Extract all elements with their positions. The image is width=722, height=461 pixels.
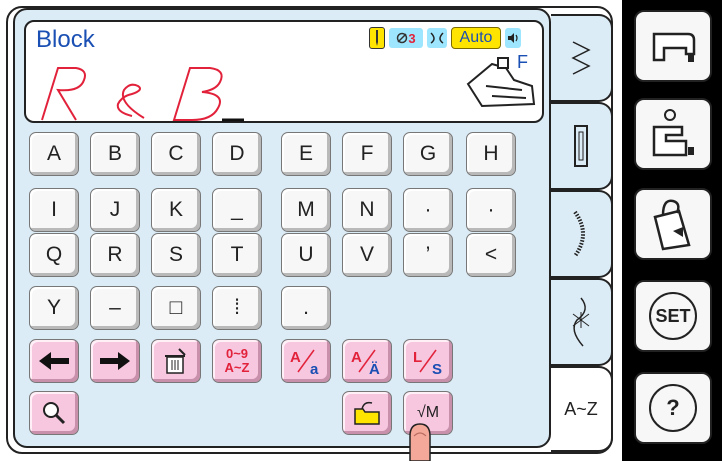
tab-quilt[interactable] — [551, 278, 613, 366]
key-space-narrow[interactable]: ⁞ — [212, 286, 262, 330]
trash-icon — [165, 348, 186, 374]
presser-foot-letter: F — [517, 52, 528, 72]
embroidery-button[interactable] — [634, 98, 712, 170]
embroidery-machine-icon — [652, 109, 694, 157]
key-r[interactable]: R — [90, 233, 140, 277]
key-period-low[interactable]: · — [403, 188, 453, 232]
stitch-number-badge: 3 — [389, 28, 423, 48]
stitch-icon — [397, 32, 408, 44]
delete-button[interactable] — [151, 339, 201, 383]
key-k[interactable]: K — [151, 188, 201, 232]
status-bar: 3 Auto — [369, 27, 521, 49]
sewing-machine-button[interactable] — [634, 10, 712, 82]
key-middle-dot[interactable]: · — [466, 188, 516, 232]
svg-text:A: A — [351, 349, 362, 366]
pattern-display: Block 3 Auto R & B_ F — [24, 20, 544, 123]
number-set-button[interactable]: 0~9 A~Z — [212, 339, 262, 383]
accent-button[interactable]: AÄ A/Ä — [342, 339, 392, 383]
help-ring: ? — [649, 384, 697, 432]
preview-text: R & B_ — [26, 22, 27, 23]
tab-satin[interactable] — [551, 190, 613, 278]
tension-icon — [427, 28, 447, 48]
key-s[interactable]: S — [151, 233, 201, 277]
quilt-icon — [572, 297, 590, 347]
key-dash[interactable]: – — [90, 286, 140, 330]
key-e[interactable]: E — [281, 132, 331, 176]
key-underscore[interactable]: _ — [212, 188, 262, 232]
zigzag-icon — [571, 41, 591, 75]
svg-text:S: S — [432, 361, 442, 376]
zoom-button[interactable] — [29, 391, 79, 435]
finger-pointer-icon — [409, 423, 431, 461]
key-q[interactable]: Q — [29, 233, 79, 277]
memory-button[interactable] — [342, 391, 392, 435]
presser-foot-icon — [466, 57, 536, 108]
key-t[interactable]: T — [212, 233, 262, 277]
sound-icon — [505, 28, 521, 48]
right-arrow-button[interactable] — [90, 339, 140, 383]
key-j[interactable]: J — [90, 188, 140, 232]
key-m[interactable]: M — [281, 188, 331, 232]
set-button[interactable]: SET — [634, 280, 712, 352]
svg-text:Ä: Ä — [369, 361, 380, 376]
key-g[interactable]: G — [403, 132, 453, 176]
tab-buttonhole[interactable] — [551, 102, 613, 190]
key-h[interactable]: H — [466, 132, 516, 176]
set-label: SET — [655, 305, 691, 326]
satin-icon — [573, 210, 585, 258]
auto-badge: Auto — [451, 27, 501, 49]
key-period[interactable]: . — [281, 286, 331, 330]
bag-icon — [653, 199, 691, 251]
accent-label: A/Ä — [367, 361, 368, 362]
key-apostrophe[interactable]: ’ — [403, 233, 453, 277]
size-label: L/S — [428, 361, 429, 362]
needle-icon — [369, 27, 385, 49]
arrow-right-icon — [100, 352, 130, 370]
set-ring: SET — [649, 292, 697, 340]
svg-text:A: A — [290, 349, 301, 366]
key-b[interactable]: B — [90, 132, 140, 176]
key-i[interactable]: I — [29, 188, 79, 232]
key-c[interactable]: C — [151, 132, 201, 176]
svg-text:L: L — [413, 349, 422, 366]
magnifier-icon — [43, 402, 66, 425]
tab-utility[interactable] — [551, 14, 613, 102]
help-button[interactable]: ? — [634, 372, 712, 444]
key-f[interactable]: F — [342, 132, 392, 176]
key-u[interactable]: U — [281, 233, 331, 277]
svg-text:a: a — [310, 361, 319, 376]
buttonhole-icon — [574, 125, 588, 167]
help-label: ? — [666, 395, 680, 420]
mode-title: Block — [36, 26, 95, 53]
tab-alphabet[interactable]: A~Z — [551, 366, 613, 452]
left-arrow-button[interactable] — [29, 339, 79, 383]
bag-button[interactable] — [634, 188, 712, 260]
sewing-machine-icon — [652, 32, 696, 62]
case-label: A/a — [306, 361, 307, 362]
number-set-bottom-label: A~Z — [224, 360, 250, 375]
key-y[interactable]: Y — [29, 286, 79, 330]
arrow-left-icon — [39, 352, 69, 370]
number-set-top-label: 0~9 — [225, 346, 249, 361]
stitch-number: 3 — [408, 30, 416, 46]
key-v[interactable]: V — [342, 233, 392, 277]
folder-icon — [354, 401, 380, 425]
key-space-wide[interactable]: □ — [151, 286, 201, 330]
tab-alphabet-label: A~Z — [564, 398, 598, 419]
key-less-than[interactable]: < — [466, 233, 516, 277]
case-button[interactable]: Aa A/a — [281, 339, 331, 383]
key-n[interactable]: N — [342, 188, 392, 232]
key-a[interactable]: A — [29, 132, 79, 176]
key-d[interactable]: D — [212, 132, 262, 176]
lettering-preview-icon — [41, 67, 244, 122]
size-button[interactable]: LS L/S — [403, 339, 453, 383]
